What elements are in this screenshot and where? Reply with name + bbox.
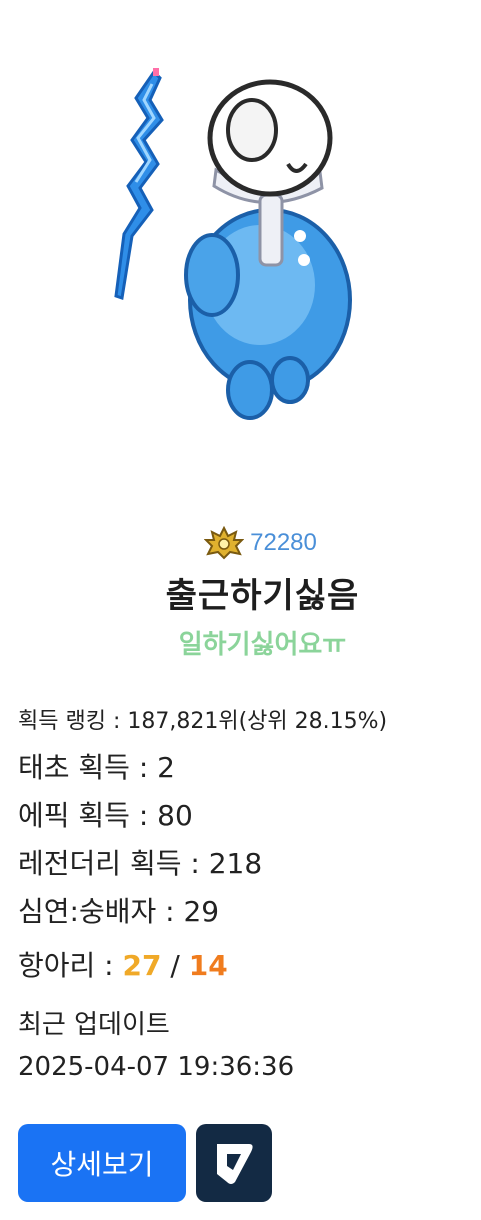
update-time: 2025-04-07 19:36:36 — [18, 1052, 295, 1082]
epic-stat: 에픽 획득 : 80 — [18, 799, 193, 832]
hangari-value-a: 27 — [122, 949, 162, 982]
stats-section: 획득 랭킹 : 187,821위(상위 28.15%) 태초 획득 : 2 에픽… — [18, 700, 468, 1088]
taecho-stat: 태초 획득 : 2 — [18, 751, 175, 784]
nickname: 출근하기싫음 — [165, 576, 360, 616]
character-avatar — [100, 60, 360, 430]
action-buttons: 상세보기 — [18, 1124, 272, 1202]
legendary-stat: 레전더리 획득 : 218 — [18, 847, 263, 880]
hangari-label: 항아리 : — [18, 949, 123, 982]
rank-number: 72280 — [250, 529, 317, 556]
ice-wand-icon — [114, 68, 164, 300]
ranking-stat: 획득 랭킹 : 187,821위(상위 28.15%) — [18, 709, 388, 734]
snowman-character-icon — [114, 68, 352, 420]
gold-crown-emblem-icon — [204, 526, 245, 560]
detail-button-label: 상세보기 — [50, 1148, 154, 1181]
update-label: 최근 업데이트 — [18, 1010, 170, 1040]
dundam-logo-button[interactable] — [196, 1124, 272, 1202]
hangari-separator: / — [161, 949, 189, 982]
hangari-stat: 항아리 : 27 / 14 — [18, 936, 468, 996]
simyeon-stat: 심연:숭배자 : 29 — [18, 895, 220, 928]
status-message: 일하기싫어요ㅠ — [178, 630, 347, 660]
rank-line: 72280 — [0, 526, 481, 564]
dundam-logo-icon — [217, 1144, 253, 1184]
hangari-value-b: 14 — [188, 949, 228, 982]
detail-button[interactable]: 상세보기 — [18, 1124, 186, 1202]
